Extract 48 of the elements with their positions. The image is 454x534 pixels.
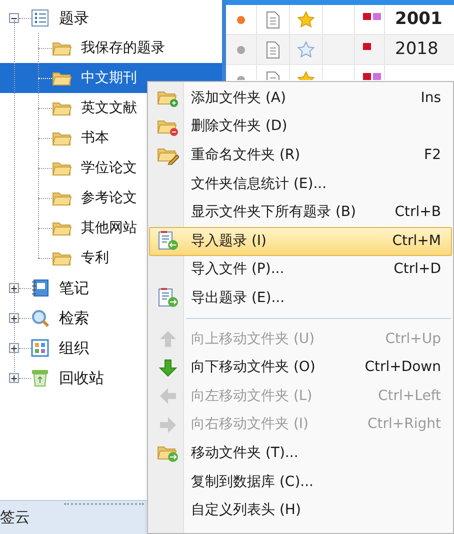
tree-item[interactable]: 检索 — [59, 306, 89, 330]
tree-item[interactable]: 参考论文 — [81, 188, 137, 208]
menu-item[interactable]: 文件夹信息统计 (E)... — [149, 170, 452, 198]
expand-icon[interactable] — [9, 343, 19, 353]
star-icon[interactable] — [297, 41, 315, 58]
export-list-icon — [158, 288, 178, 308]
grid-icon — [31, 339, 49, 357]
menu-item[interactable]: 自定义列表头 (H) — [149, 496, 452, 525]
menu-item[interactable]: 向下移动文件夹 (O) Ctrl+Down — [149, 353, 452, 382]
menu-item[interactable]: 添加文件夹 (A) Ins — [149, 84, 452, 113]
expand-icon[interactable] — [9, 283, 19, 293]
menu-item[interactable]: 导入文件 (P)... Ctrl+D — [149, 256, 452, 284]
tree-item[interactable]: 我保存的题录 — [81, 38, 165, 58]
menu-item[interactable]: 复制到数据库 (C)... — [149, 468, 452, 496]
tree-item[interactable]: 其他网站 — [81, 218, 137, 238]
menu-item[interactable]: 导入题录 (I) Ctrl+M — [149, 226, 452, 256]
year-cell-text: 2018 — [395, 38, 438, 61]
panel-title: 签云 — [0, 507, 30, 528]
list-icon — [31, 9, 49, 27]
expand-icon[interactable] — [9, 313, 19, 323]
menu-item[interactable]: 显示文件夹下所有题录 (B) Ctrl+B — [149, 198, 452, 227]
tree-item[interactable]: 笔记 — [59, 276, 89, 300]
document-icon — [266, 10, 280, 28]
up-arrow-icon — [158, 329, 178, 350]
import-list-icon — [158, 231, 178, 252]
tree-item[interactable]: 题录 — [59, 6, 89, 30]
tree-item[interactable]: 学位论文 — [81, 158, 137, 178]
menu-item[interactable]: 重命名文件夹 (R) F2 — [149, 141, 452, 170]
right-arrow-icon — [158, 414, 178, 435]
recycle-bin-icon — [31, 369, 49, 387]
year-cell-text: 2001 — [395, 8, 442, 31]
left-arrow-icon — [158, 386, 178, 406]
document-icon — [266, 40, 280, 58]
menu-item[interactable]: 导出题录 (E)... — [149, 284, 452, 313]
tree-item[interactable]: 回收站 — [59, 366, 104, 390]
expand-icon[interactable] — [9, 373, 19, 383]
tree-item[interactable]: 英文文献 — [81, 98, 137, 118]
tree-item[interactable]: 书本 — [81, 128, 109, 148]
down-arrow-icon — [158, 358, 178, 378]
tree-item[interactable]: 专利 — [81, 248, 109, 268]
star-icon[interactable] — [297, 11, 315, 28]
magnifier-icon — [31, 309, 49, 327]
tree-item[interactable]: 中文期刊 — [81, 68, 137, 88]
collapse-icon[interactable] — [9, 13, 19, 23]
tree-item[interactable]: 组织 — [59, 336, 89, 360]
menu-item[interactable]: 删除文件夹 (D) — [149, 112, 452, 142]
menu-item[interactable]: 移动文件夹 (T)... — [149, 439, 452, 468]
notebook-icon — [31, 279, 49, 297]
